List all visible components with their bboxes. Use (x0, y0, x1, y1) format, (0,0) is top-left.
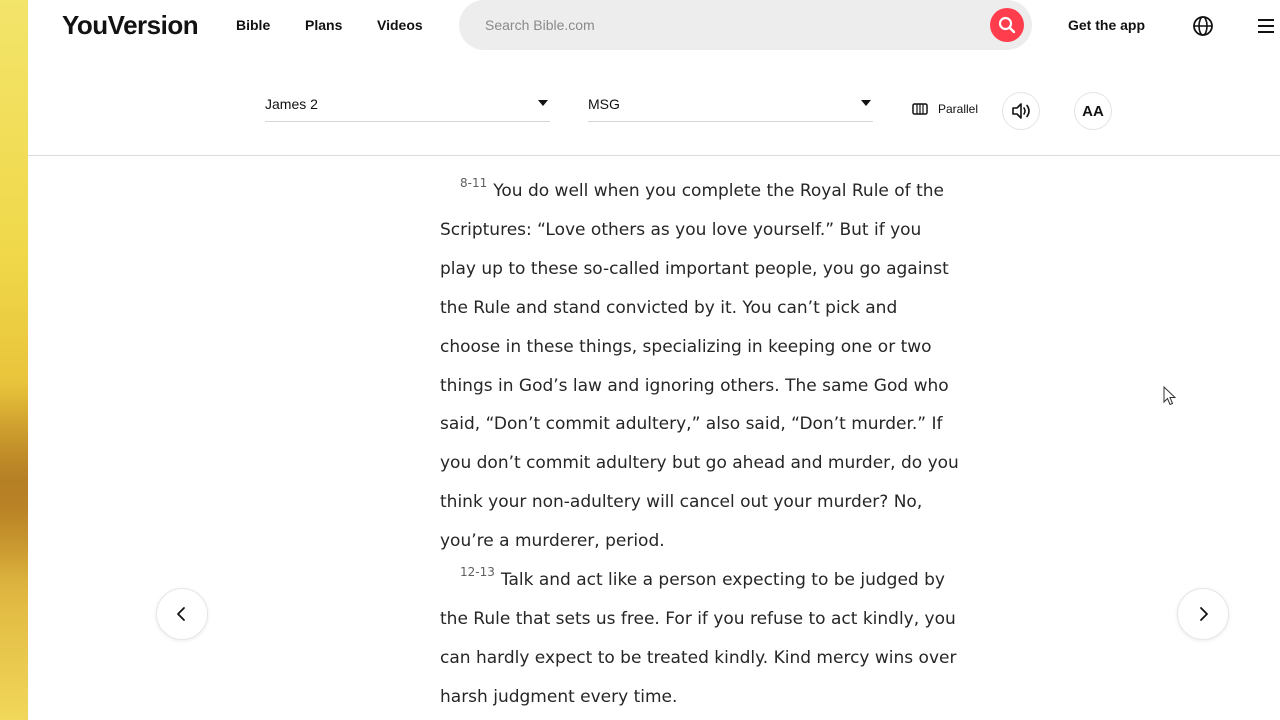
search-icon (998, 16, 1016, 34)
verse-block: 8-11 You do well when you complete the Ro… (440, 164, 960, 561)
desktop-wallpaper-strip (0, 0, 28, 720)
top-nav: YouVersion Bible Plans Videos Get the ap… (28, 0, 1280, 52)
speaker-icon (1012, 103, 1030, 119)
chevron-down-icon (538, 100, 548, 106)
chevron-down-icon (861, 100, 871, 106)
globe-icon[interactable] (1192, 15, 1214, 37)
font-size-label: AA (1082, 102, 1104, 120)
previous-chapter-button[interactable] (156, 588, 208, 640)
nav-link-plans[interactable]: Plans (305, 17, 342, 33)
verse-number: 12-13 (460, 565, 495, 579)
verse-number: 8-11 (460, 176, 488, 190)
bible-page: YouVersion Bible Plans Videos Get the ap… (28, 0, 1280, 720)
verse-block: 12-13 Talk and act like a person expectin… (440, 553, 960, 717)
youversion-logo[interactable]: YouVersion (62, 10, 199, 41)
get-the-app-link[interactable]: Get the app (1068, 17, 1145, 33)
nav-link-bible[interactable]: Bible (236, 17, 270, 33)
chevron-right-icon (1200, 607, 1208, 621)
next-chapter-button[interactable] (1177, 588, 1229, 640)
search-bar (459, 0, 1032, 50)
mouse-cursor-icon (1163, 386, 1177, 406)
search-button[interactable] (990, 8, 1024, 42)
version-select[interactable]: MSG (588, 92, 873, 122)
menu-icon[interactable] (1256, 17, 1276, 35)
parallel-toggle[interactable]: Parallel (912, 102, 978, 116)
parallel-icon (912, 103, 928, 115)
book-chapter-select[interactable]: James 2 (265, 92, 550, 122)
audio-button[interactable] (1002, 92, 1040, 130)
version-label: MSG (588, 96, 620, 112)
chapter-reader: 8-11 You do well when you complete the Ro… (440, 157, 960, 720)
nav-link-videos[interactable]: Videos (377, 17, 423, 33)
font-size-button[interactable]: AA (1074, 92, 1112, 130)
chevron-left-icon (177, 607, 185, 621)
verse-text: You do well when you complete the Royal … (440, 181, 959, 552)
parallel-label: Parallel (938, 102, 979, 116)
verse-text: Talk and act like a person expecting to … (440, 570, 957, 707)
search-input[interactable] (485, 15, 965, 35)
book-chapter-label: James 2 (265, 96, 318, 112)
reader-toolbar: James 2 MSG Parallel AA (28, 52, 1280, 156)
